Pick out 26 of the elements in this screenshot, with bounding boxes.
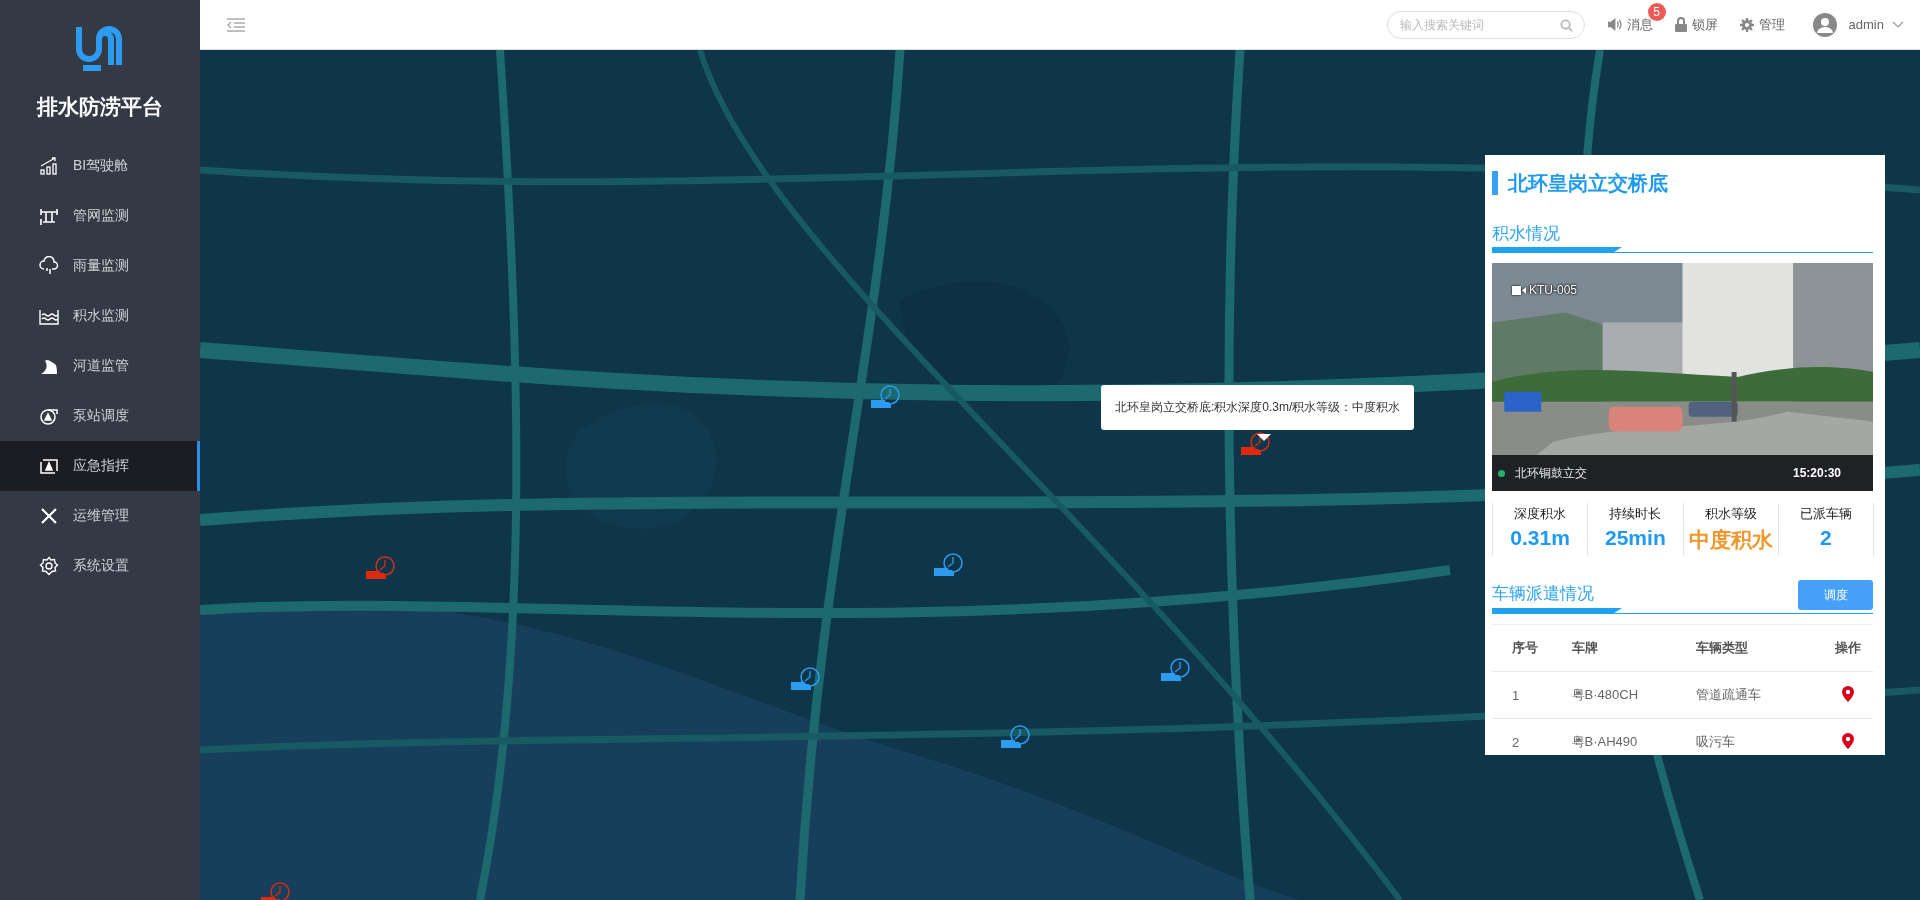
speaker-icon (1606, 18, 1622, 31)
settings-icon (39, 556, 59, 576)
settings-icon (1739, 17, 1754, 32)
menu-item[interactable]: 雨量监测 (0, 241, 200, 291)
search-field[interactable]: 输入搜索关键词 (1386, 10, 1585, 39)
lock-icon (1674, 17, 1687, 32)
menu-item[interactable]: 河道监管 (0, 341, 200, 391)
menu-item[interactable]: 运维管理 (0, 491, 200, 541)
screen-icon (39, 456, 59, 476)
user-menu[interactable]: admin (1812, 12, 1904, 37)
rain-cloud-icon (39, 256, 59, 276)
platform-title: 排水防涝平台 (37, 94, 163, 121)
chevron-down-icon (1892, 20, 1904, 29)
menu-item[interactable]: 系统设置 (0, 541, 200, 591)
pump-icon (39, 406, 59, 426)
menu-item[interactable]: 管网监测 (0, 191, 200, 241)
manage-button[interactable]: 管理 (1739, 15, 1785, 34)
lock-screen-button[interactable]: 锁屏 (1674, 15, 1718, 34)
menu-item[interactable]: 应急指挥 (0, 441, 200, 491)
menu-item[interactable]: 泵站调度 (0, 391, 200, 441)
pipe-icon (39, 206, 59, 226)
avatar-icon (1812, 12, 1837, 37)
bar-chart-icon (39, 156, 59, 176)
tools-icon (39, 506, 59, 526)
menu-item[interactable]: 积水监测 (0, 291, 200, 341)
menu-item[interactable]: BI驾驶舱 (0, 141, 200, 191)
